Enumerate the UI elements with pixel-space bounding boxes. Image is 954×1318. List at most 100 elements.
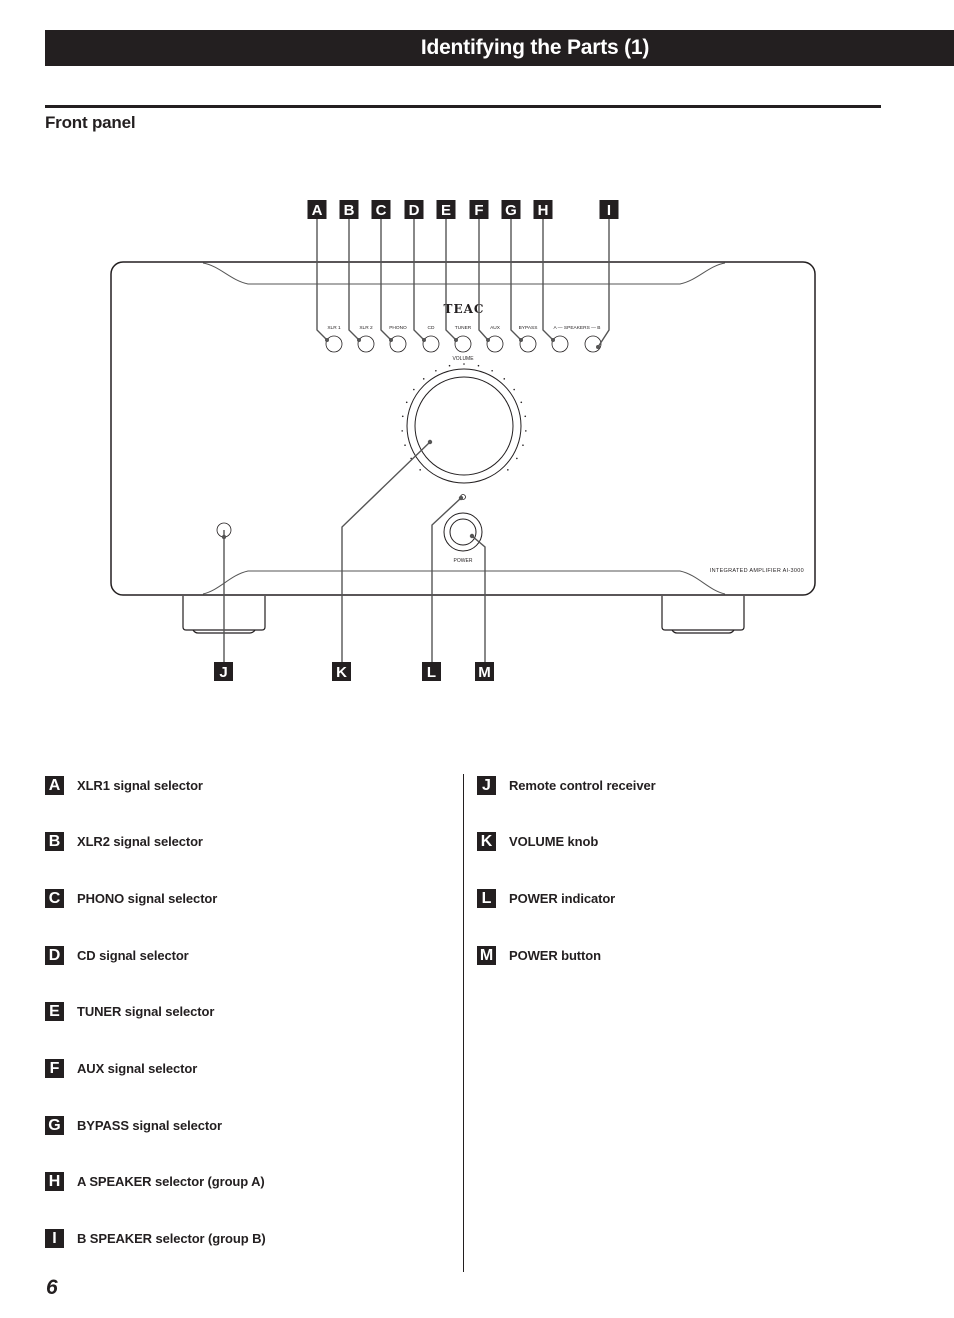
callout-badge-j: J bbox=[214, 662, 233, 681]
callout-badge-m: M bbox=[475, 662, 494, 681]
volume-knob[interactable] bbox=[414, 376, 514, 476]
callout-letter: F bbox=[474, 202, 483, 219]
callout-letter: A bbox=[312, 202, 323, 219]
legend-item-i: I B SPEAKER selector (group B) bbox=[45, 1229, 266, 1249]
selector-label: XLR 2 bbox=[359, 325, 373, 331]
legend-badge: L bbox=[477, 888, 496, 908]
legend-item-k: K VOLUME knob bbox=[477, 832, 598, 852]
legend-label: CD signal selector bbox=[77, 947, 189, 963]
svg-text:K: K bbox=[336, 664, 347, 681]
legend-label: TUNER signal selector bbox=[77, 1004, 215, 1020]
volume-scale-dot bbox=[419, 469, 421, 471]
volume-scale-dot bbox=[477, 364, 480, 367]
selector-label: TUNER bbox=[455, 325, 472, 331]
callout-dot-k bbox=[427, 439, 433, 445]
page-number: 6 bbox=[46, 1276, 58, 1299]
legend-label: XLR1 signal selector bbox=[77, 777, 203, 793]
volume-scale-dot bbox=[491, 369, 493, 372]
callout-letter: E bbox=[441, 202, 451, 219]
svg-text:L: L bbox=[427, 664, 436, 681]
legend-badge: J bbox=[477, 775, 496, 795]
legend-item-d: D CD signal selector bbox=[45, 945, 189, 965]
legend-badge: I bbox=[45, 1229, 64, 1249]
callout-dot-l bbox=[458, 495, 464, 501]
callout-dot bbox=[596, 345, 600, 349]
power-button[interactable] bbox=[449, 518, 477, 546]
volume-scale-dot bbox=[422, 378, 425, 380]
model-text: INTEGRATED AMPLIFIER AI-3000 bbox=[710, 568, 804, 574]
callout-letter: D bbox=[409, 202, 420, 219]
legend-badge: H bbox=[45, 1172, 64, 1192]
legend-badge: G bbox=[45, 1115, 64, 1135]
front-panel-diagram: TEAC AXLR 1BXLR 2CPHONODCDETUNERFAUXGBYP… bbox=[110, 200, 816, 681]
legend-label: POWER button bbox=[509, 947, 601, 963]
legend-item-l: L POWER indicator bbox=[477, 888, 615, 908]
power-label: POWER bbox=[454, 558, 473, 564]
callout-dot bbox=[551, 338, 555, 342]
callout-letter: B bbox=[344, 202, 355, 219]
legend-badge: E bbox=[45, 1002, 64, 1022]
legend-item-b: B XLR2 signal selector bbox=[45, 832, 203, 852]
selector-button-a[interactable] bbox=[325, 335, 343, 353]
legend-badge: D bbox=[45, 945, 64, 965]
legend-item-f: F AUX signal selector bbox=[45, 1059, 197, 1079]
legend-item-c: C PHONO signal selector bbox=[45, 888, 217, 908]
selector-label: AUX bbox=[490, 325, 501, 331]
callout-dot bbox=[325, 338, 329, 342]
selector-button-b[interactable] bbox=[357, 335, 375, 353]
callout-dot-j bbox=[221, 534, 227, 540]
svg-text:M: M bbox=[478, 664, 491, 681]
callout-dot bbox=[422, 338, 426, 342]
selector-button-h[interactable] bbox=[551, 335, 569, 353]
volume-scale-dot bbox=[524, 415, 527, 418]
selector-label: A — SPEAKERS — B bbox=[554, 325, 601, 331]
callout-badge-l: L bbox=[422, 662, 441, 681]
callout-dot bbox=[519, 338, 523, 342]
volume-scale-dot bbox=[405, 401, 408, 404]
callout-dot bbox=[454, 338, 458, 342]
legend-label: Remote control receiver bbox=[509, 777, 656, 793]
legend-item-g: G BYPASS signal selector bbox=[45, 1115, 222, 1135]
volume-scale-dot bbox=[401, 430, 403, 432]
right-foot bbox=[661, 596, 745, 634]
selector-button-g[interactable] bbox=[519, 335, 537, 353]
volume-scale-dot bbox=[404, 444, 406, 446]
callout-dot bbox=[389, 338, 393, 342]
callout-badge-k: K bbox=[332, 662, 351, 681]
volume-scale-dot bbox=[513, 388, 515, 391]
legend-badge: F bbox=[45, 1059, 64, 1078]
volume-scale-dot bbox=[516, 457, 518, 460]
volume-scale-dot bbox=[463, 363, 465, 365]
callout-letter: H bbox=[538, 202, 549, 219]
volume-scale-dot bbox=[448, 364, 451, 367]
legend-badge: C bbox=[45, 888, 64, 908]
volume-scale-dot bbox=[413, 388, 415, 391]
selector-button-e[interactable] bbox=[454, 335, 472, 353]
callout-letter: G bbox=[505, 202, 517, 219]
legend-label: BYPASS signal selector bbox=[77, 1117, 222, 1133]
volume-scale-dot bbox=[503, 378, 506, 380]
legend-label: AUX signal selector bbox=[77, 1061, 198, 1076]
selector-button-c[interactable] bbox=[389, 335, 407, 353]
selector-label: XLR 1 bbox=[327, 325, 341, 331]
legend-badge: K bbox=[477, 832, 496, 852]
svg-text:J: J bbox=[219, 664, 227, 681]
volume-scale-dot bbox=[401, 415, 404, 418]
legend-item-j: J Remote control receiver bbox=[477, 775, 656, 795]
legend-label: B SPEAKER selector (group B) bbox=[77, 1231, 266, 1247]
legend-label: VOLUME knob bbox=[509, 834, 599, 850]
volume-scale-dot bbox=[525, 430, 527, 432]
callout-dot bbox=[357, 338, 361, 342]
selector-label: PHONO bbox=[389, 325, 407, 331]
volume-label: VOLUME bbox=[452, 356, 474, 362]
volume-scale-dot bbox=[522, 444, 524, 446]
selector-button-d[interactable] bbox=[422, 335, 440, 353]
callout-dot-m bbox=[469, 533, 475, 539]
volume-scale-dot bbox=[507, 469, 509, 471]
legend-item-h: H A SPEAKER selector (group A) bbox=[45, 1172, 265, 1192]
legend-item-m: M POWER button bbox=[477, 945, 601, 965]
selector-button-f[interactable] bbox=[486, 335, 504, 353]
legend-label: A SPEAKER selector (group A) bbox=[77, 1174, 265, 1190]
legend-badge: M bbox=[477, 945, 496, 965]
selector-button-i[interactable] bbox=[584, 335, 602, 353]
